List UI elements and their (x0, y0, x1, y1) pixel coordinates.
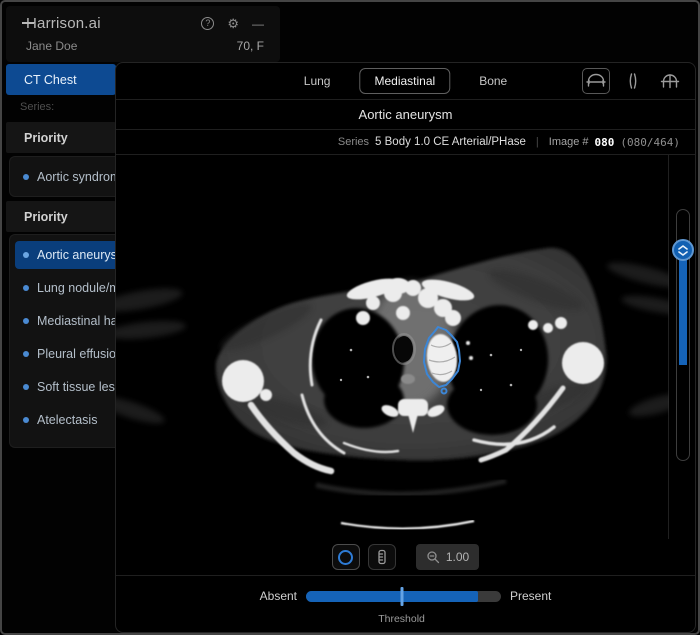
circle-roi-button[interactable] (332, 544, 360, 570)
study-tab-ct-chest[interactable]: CT Chest (6, 64, 116, 95)
finding-title-bar: Aortic aneurysm (116, 100, 695, 130)
series-info-separator: | (532, 136, 543, 148)
threshold-caption: Threshold (378, 613, 425, 625)
priority-section-header-1: Priority (6, 122, 116, 153)
zoom-level-value: 1.00 (446, 550, 469, 564)
slice-slider-handle[interactable] (672, 239, 694, 261)
finding-bullet-icon (23, 417, 29, 423)
ruler-button[interactable] (368, 544, 396, 570)
zoom-out-icon (426, 550, 440, 564)
axial-view-icon (585, 72, 607, 90)
finding-bullet-icon (23, 351, 29, 357)
finding-card-2: Aortic aneurysm Lung nodule/ma Mediastin… (9, 234, 116, 448)
patient-name: Jane Doe (26, 39, 77, 53)
app-window: Harrison.ai ? ⚙ — Jane Doe 70, F CT Ches… (0, 0, 700, 635)
finding-bullet-icon (23, 285, 29, 291)
finding-item-atelectasis[interactable]: Atelectasis (15, 406, 116, 434)
series-info-bar: Series 5 Body 1.0 CE Arterial/PHase | Im… (116, 130, 695, 155)
threshold-fill (306, 591, 478, 602)
finding-item-pleural-effusion[interactable]: Pleural effusion (15, 340, 116, 368)
finding-bullet-icon (23, 252, 29, 258)
viewer-toolbar: 1.00 (116, 539, 695, 576)
tab-lung[interactable]: Lung (301, 67, 334, 95)
slice-slider (669, 155, 696, 539)
series-info-label: Series (338, 136, 369, 148)
header-card: Harrison.ai ? ⚙ — Jane Doe 70, F (6, 6, 280, 62)
image-count: (080/464) (620, 136, 680, 149)
sagittal-view-button[interactable] (619, 68, 647, 94)
image-number: 080 (595, 136, 615, 149)
tab-mediastinal[interactable]: Mediastinal (359, 68, 450, 94)
slice-range-highlight (679, 250, 687, 365)
image-area (116, 155, 695, 539)
sagittal-view-icon (622, 72, 644, 90)
finding-item-soft-tissue-lesion[interactable]: Soft tissue lesion (15, 373, 116, 401)
series-label: Series: (20, 101, 54, 113)
threshold-present-label: Present (510, 589, 551, 603)
chevron-down-icon (678, 251, 688, 256)
minimize-icon[interactable]: — (252, 19, 264, 29)
image-number-label: Image # (549, 136, 589, 148)
brand-logo: Harrison.ai (26, 15, 101, 32)
finding-bullet-icon (23, 174, 29, 180)
series-info-value: 5 Body 1.0 CE Arterial/PHase (375, 136, 526, 148)
zoom-level-control[interactable]: 1.00 (416, 544, 479, 570)
finding-item-mediastinal-haematoma[interactable]: Mediastinal haer (15, 307, 116, 335)
help-icon[interactable]: ? (201, 17, 214, 30)
axial-view-button[interactable] (582, 68, 610, 94)
threshold-section: Absent Threshold Present (116, 576, 695, 633)
coronal-view-icon (659, 72, 681, 90)
viewer-panel: Lung Mediastinal Bone (115, 62, 696, 633)
threshold-slider-track[interactable]: Threshold (306, 591, 501, 602)
tab-bone[interactable]: Bone (476, 67, 510, 95)
chevron-up-icon (678, 245, 688, 250)
finding-bullet-icon (23, 384, 29, 390)
circle-roi-icon (338, 550, 353, 565)
ruler-icon (373, 548, 391, 566)
settings-gear-icon[interactable]: ⚙ (227, 17, 239, 30)
finding-item-lung-nodule[interactable]: Lung nodule/ma (15, 274, 116, 302)
slice-slider-track[interactable] (676, 209, 690, 461)
finding-item-aortic-syndrome[interactable]: Aortic syndrome (15, 163, 116, 191)
finding-title: Aortic aneurysm (359, 107, 453, 122)
finding-bullet-icon (23, 318, 29, 324)
threshold-tick[interactable] (400, 587, 403, 606)
ct-image[interactable] (116, 155, 669, 539)
finding-item-aortic-aneurysm[interactable]: Aortic aneurysm (15, 241, 116, 269)
coronal-view-button[interactable] (656, 68, 684, 94)
threshold-absent-label: Absent (260, 589, 297, 603)
window-preset-tabs: Lung Mediastinal Bone (116, 63, 695, 100)
finding-card-1: Aortic syndrome (9, 156, 116, 197)
patient-age-sex: 70, F (237, 39, 264, 53)
priority-section-header-2: Priority (6, 201, 116, 232)
